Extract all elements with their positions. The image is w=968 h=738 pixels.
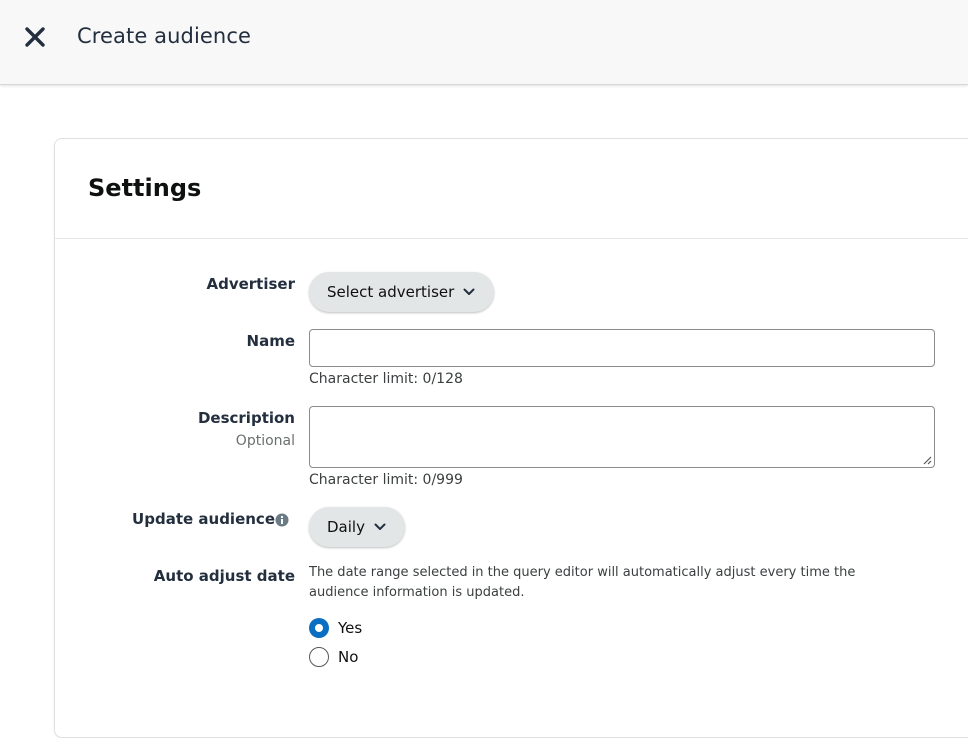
settings-header: Settings <box>55 139 968 239</box>
description-optional-label: Optional <box>235 433 295 449</box>
chevron-down-icon <box>373 520 387 534</box>
chevron-down-icon <box>462 285 476 299</box>
auto-adjust-date-label: Auto adjust date <box>153 567 295 585</box>
name-char-limit: Character limit: 0/128 <box>309 371 463 387</box>
update-frequency-value: Daily <box>327 518 365 536</box>
page-title: Create audience <box>77 24 251 48</box>
select-advertiser-button[interactable]: Select advertiser <box>309 272 495 312</box>
settings-title: Settings <box>88 174 202 202</box>
radio-yes-checked[interactable] <box>309 618 329 638</box>
radio-option-no[interactable]: No <box>309 647 358 667</box>
info-icon[interactable] <box>275 513 289 527</box>
update-audience-label: Update audience <box>132 510 275 528</box>
select-advertiser-label: Select advertiser <box>327 283 455 301</box>
description-label: Description <box>197 409 295 427</box>
auto-adjust-date-description: The date range selected in the query edi… <box>309 565 856 600</box>
radio-no-label: No <box>338 648 359 666</box>
description-char-limit: Character limit: 0/999 <box>309 472 463 488</box>
radio-option-yes[interactable]: Yes <box>309 618 362 638</box>
radio-no-unchecked[interactable] <box>309 647 329 667</box>
close-icon <box>25 27 45 47</box>
settings-card: Settings Advertiser Select advertiser Na… <box>54 138 968 738</box>
advertiser-label: Advertiser <box>206 275 295 293</box>
name-label: Name <box>246 332 295 350</box>
update-frequency-dropdown[interactable]: Daily <box>309 507 405 547</box>
close-button[interactable] <box>20 22 50 52</box>
top-bar: Create audience <box>0 0 968 85</box>
description-textarea[interactable] <box>309 406 935 468</box>
name-input[interactable] <box>309 329 935 367</box>
resize-handle-icon[interactable] <box>922 455 932 465</box>
radio-yes-label: Yes <box>338 619 363 637</box>
